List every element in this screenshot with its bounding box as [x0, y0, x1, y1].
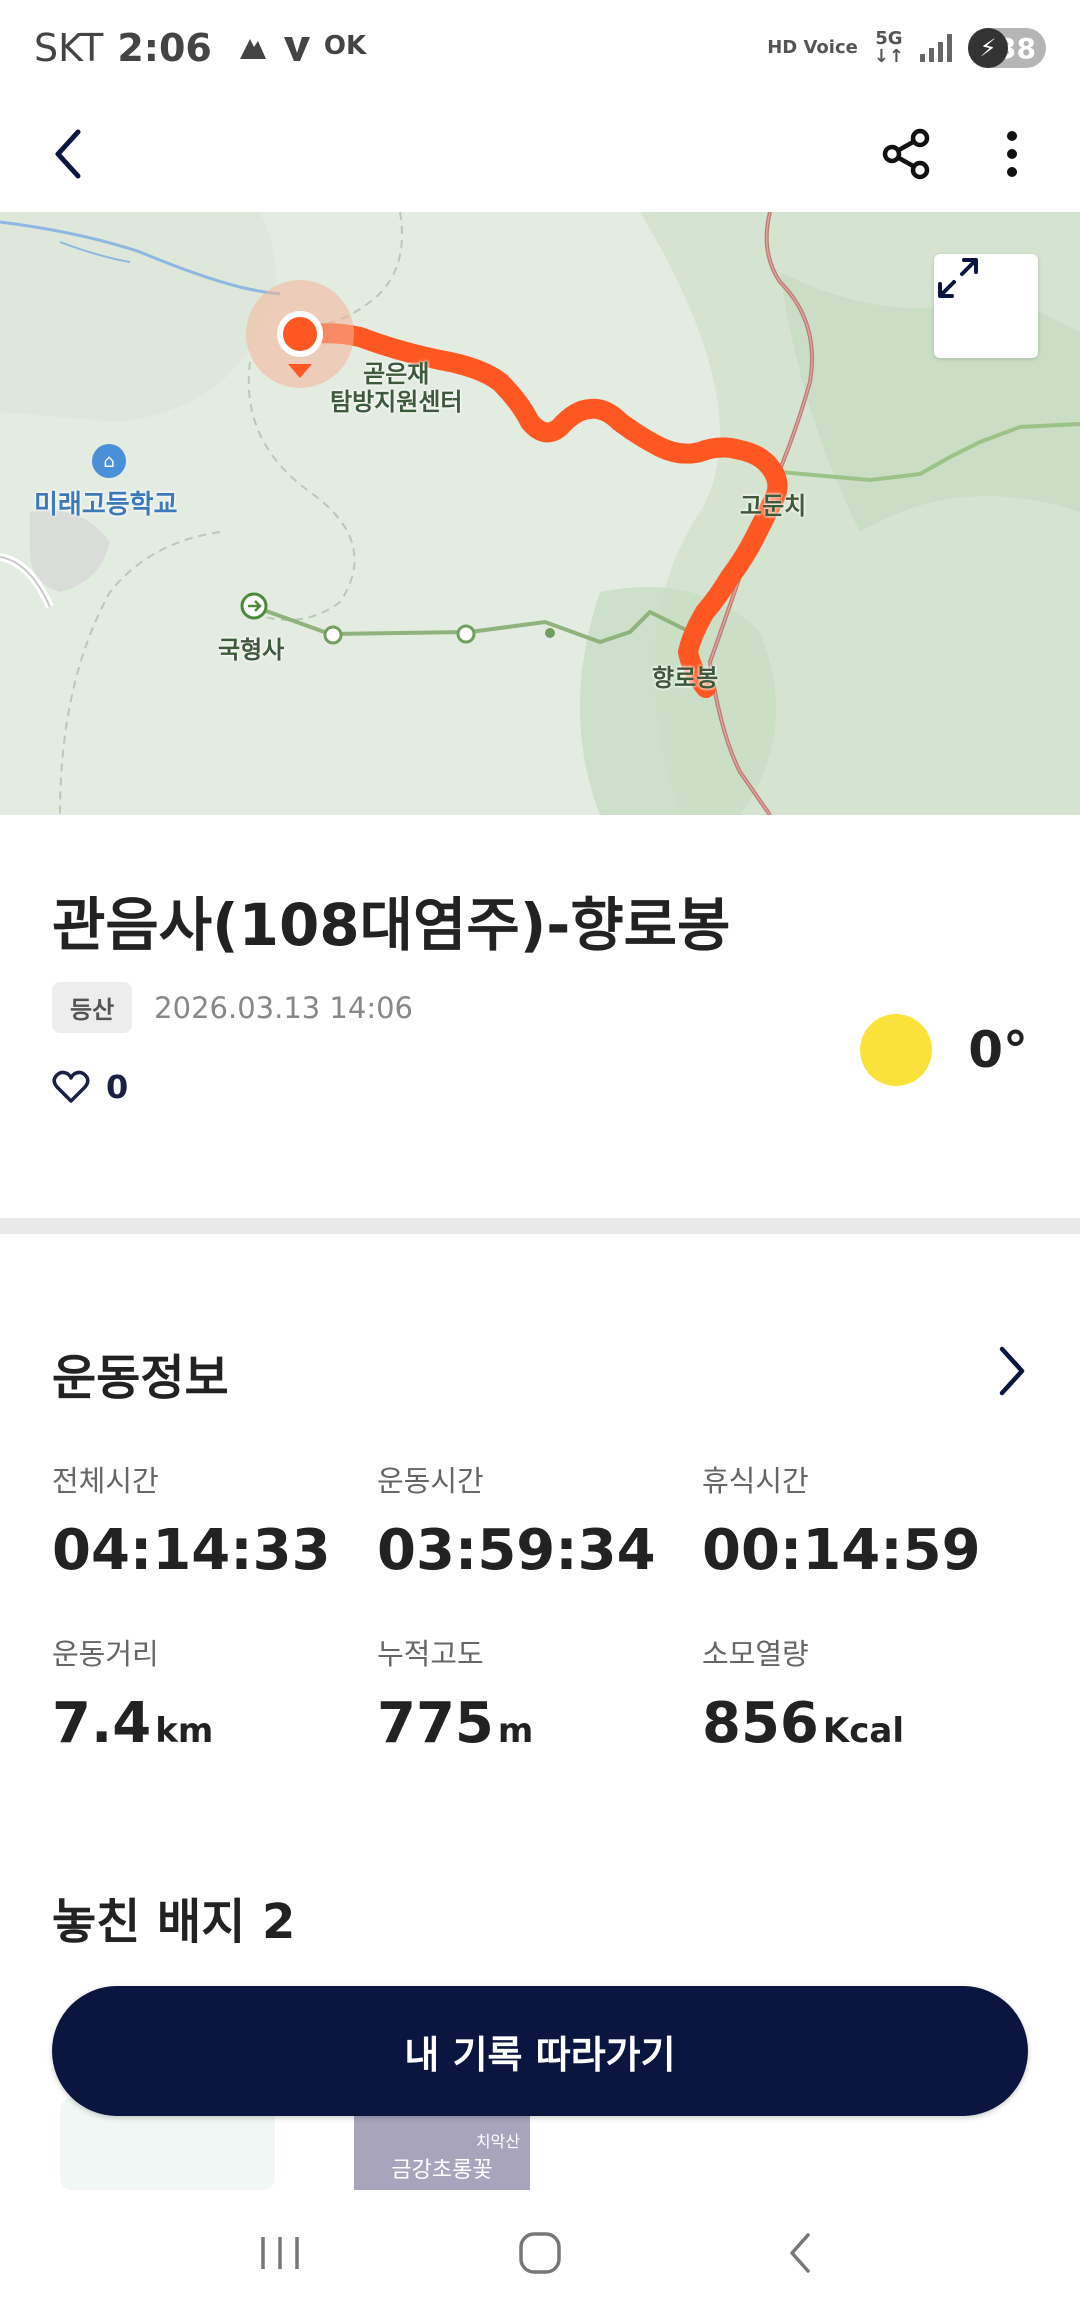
map-label-start-place: 곧은재 탐방지원센터 — [330, 360, 462, 416]
record-meta: 등산 2026.03.13 14:06 — [52, 982, 413, 1033]
stat-label: 소모열량 — [702, 1637, 809, 1671]
exercise-section-title: 운동정보 — [52, 1350, 229, 1406]
home-button[interactable] — [490, 2213, 590, 2293]
chevron-right-icon — [999, 1346, 1025, 1396]
home-icon — [519, 2232, 561, 2274]
network-5g-icon: 5G ↓↑ — [874, 30, 904, 66]
system-back-button[interactable] — [750, 2213, 850, 2293]
carrier-label: SKT — [34, 26, 104, 70]
stat-value: 04:14:33 — [52, 1518, 331, 1583]
stat-label: 운동시간 — [377, 1464, 484, 1498]
exercise-detail-button[interactable] — [994, 1343, 1028, 1403]
stat-value: 03:59:34 — [377, 1518, 656, 1583]
stat-value: 856 — [702, 1691, 819, 1756]
system-nav-bar — [0, 2190, 1080, 2316]
weather-info: 0° — [860, 1014, 1028, 1086]
like-button[interactable]: 0 — [52, 1068, 128, 1106]
status-left-icons: OK — [236, 31, 366, 65]
temperature: 0° — [968, 1021, 1028, 1079]
school-icon: ⌂ — [92, 444, 126, 478]
stat-elevation: 누적고도 775 m — [377, 1631, 702, 1756]
share-icon — [882, 128, 930, 180]
map-label-temple: 국형사 — [218, 636, 285, 664]
badge-mountain: 치악산 — [475, 2132, 520, 2151]
share-button[interactable] — [870, 118, 942, 190]
notification-icon — [239, 39, 266, 59]
clock: 2:06 — [117, 26, 212, 70]
back-button[interactable] — [32, 118, 104, 190]
expand-icon — [938, 258, 978, 298]
map-label-start-line2: 탐방지원센터 — [330, 388, 463, 416]
map-label-school: 미래고등학교 — [34, 490, 178, 520]
badge-name: 금강초롱꽃 — [391, 2158, 493, 2183]
hd-voice-icon: HD Voice — [767, 39, 858, 57]
battery-indicator: ⚡ 38 — [968, 28, 1046, 68]
signal-icon — [920, 34, 952, 62]
map-label-start-line1: 곧은재 — [363, 360, 430, 388]
status-right: HD Voice 5G ↓↑ ⚡ 38 — [767, 28, 1046, 68]
stat-moving-time: 운동시간 03:59:34 — [377, 1458, 702, 1583]
charging-icon: ⚡ — [968, 28, 1008, 68]
hd-voice-label: HD Voice — [767, 37, 858, 58]
expand-map-button[interactable] — [934, 254, 1038, 358]
route-map[interactable]: 곧은재 탐방지원센터 ⌂ 미래고등학교 국형사 고둔치 향로봉 — [0, 212, 1080, 815]
map-label-peak: 향로봉 — [652, 664, 719, 692]
record-title: 관음사(108대염주)-향로봉 — [52, 891, 731, 959]
recent-apps-button[interactable] — [230, 2213, 330, 2293]
status-left: SKT 2:06 OK — [34, 26, 366, 70]
sun-icon — [860, 1014, 933, 1086]
exercise-section-header: 운동정보 — [52, 1338, 1028, 1408]
map-label-pass: 고둔치 — [740, 492, 807, 520]
stat-distance: 운동거리 7.4 km — [52, 1631, 377, 1756]
stat-label: 운동거리 — [52, 1637, 159, 1671]
more-vertical-icon — [1007, 131, 1017, 177]
stat-unit: Kcal — [822, 1711, 905, 1751]
app-bar — [0, 96, 1080, 212]
heart-icon — [52, 1070, 90, 1103]
stat-value: 7.4 — [52, 1691, 152, 1756]
follow-my-record-button[interactable]: 내 기록 따라가기 — [52, 1986, 1028, 2116]
stat-rest-time: 휴식시간 00:14:59 — [702, 1458, 1027, 1583]
exercise-stats: 전체시간 04:14:33 운동시간 03:59:34 휴식시간 00:14:5… — [52, 1458, 1032, 1756]
stat-value: 00:14:59 — [702, 1518, 981, 1583]
chevron-left-icon — [55, 129, 81, 179]
stat-unit: m — [497, 1711, 534, 1751]
stat-label: 누적고도 — [377, 1637, 484, 1671]
status-bar: SKT 2:06 OK HD Voice 5G ↓↑ ⚡ 38 — [0, 0, 1080, 96]
stat-calories: 소모열량 856 Kcal — [702, 1631, 1027, 1756]
ok-icon: OK — [323, 31, 367, 61]
record-datetime: 2026.03.13 14:06 — [154, 990, 414, 1025]
stat-label: 전체시간 — [52, 1464, 159, 1498]
app-icon — [283, 37, 310, 61]
like-count: 0 — [106, 1068, 129, 1106]
more-options-button[interactable] — [976, 118, 1048, 190]
back-arrow-icon — [790, 2233, 810, 2273]
section-divider — [0, 1218, 1080, 1234]
category-tag: 등산 — [52, 982, 133, 1033]
stat-total-time: 전체시간 04:14:33 — [52, 1458, 377, 1583]
data-arrows-icon: ↓↑ — [873, 46, 904, 67]
stat-value: 775 — [377, 1691, 494, 1756]
stat-label: 휴식시간 — [702, 1464, 809, 1498]
stat-unit: km — [155, 1711, 214, 1751]
missed-badges-title: 놓친 배지 2 — [52, 1894, 296, 1950]
recent-apps-icon — [261, 2237, 299, 2269]
